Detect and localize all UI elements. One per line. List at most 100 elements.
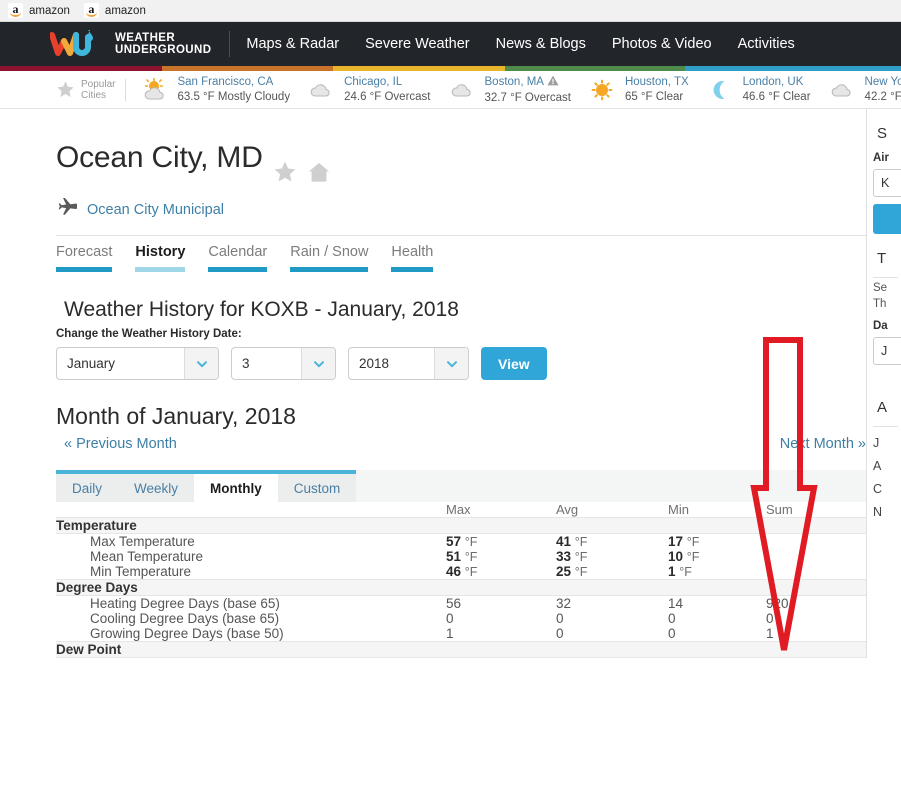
month-select[interactable]: January: [56, 347, 219, 381]
city-text: Boston, MA 32.7 °F Overcast: [485, 75, 571, 105]
day-select-value: 3: [242, 356, 250, 372]
tab-monthly-label: Monthly: [210, 480, 262, 496]
favorites-star-icon[interactable]: [56, 80, 75, 99]
cell-min: 1 °F: [668, 564, 766, 580]
nav-link-activities[interactable]: Activities: [738, 36, 795, 52]
tab-health[interactable]: Health: [391, 244, 446, 273]
city-item-boston[interactable]: Boston, MA 32.7 °F Overcast: [440, 75, 580, 105]
nav-link-photos-video[interactable]: Photos & Video: [612, 36, 712, 52]
bookmark-item[interactable]: a amazon: [82, 1, 154, 21]
previous-month-link[interactable]: « Previous Month: [64, 436, 177, 452]
bookmark-item[interactable]: a amazon: [6, 1, 78, 21]
tab-custom-label: Custom: [293, 480, 341, 496]
row-label: Max Temperature: [90, 534, 195, 550]
cell-unit: °F: [574, 550, 588, 565]
home-icon[interactable]: [307, 160, 331, 189]
cell-sum: 920: [766, 596, 789, 612]
date-selector-row: January 3 2018 View: [56, 347, 866, 381]
city-name: New York, N: [864, 75, 901, 88]
star-icon[interactable]: [273, 160, 297, 189]
section-header-temperature: Temperature: [56, 517, 866, 535]
cell-min: 0: [668, 626, 676, 642]
tab-weekly[interactable]: Weekly: [118, 470, 195, 503]
station-link[interactable]: Ocean City Municipal: [87, 202, 224, 218]
chevron-down-icon: [184, 348, 218, 380]
amazon-a-icon: a: [83, 3, 99, 18]
cell-max: 51 °F: [446, 549, 556, 564]
cell-avg: 32: [556, 596, 572, 612]
city-name-text: Boston, MA: [484, 75, 544, 88]
cell-value: 57: [446, 534, 462, 550]
sidebar-submit-button[interactable]: [873, 204, 901, 234]
site-navbar: WEATHER UNDERGROUND Maps & Radar Severe …: [0, 22, 901, 66]
view-button[interactable]: View: [481, 347, 547, 381]
tab-forecast[interactable]: Forecast: [56, 244, 125, 273]
cell-max: 1: [446, 626, 454, 642]
tab-daily[interactable]: Daily: [56, 470, 119, 503]
strip-segment-red: [0, 66, 163, 71]
sidebar-link-1[interactable]: J: [873, 436, 901, 450]
right-sidebar: S Air K T Se Th Da J A J A C N: [866, 109, 901, 659]
tab-calendar[interactable]: Calendar: [208, 244, 280, 273]
tab-underline: [391, 267, 434, 273]
bookmarks-bar: a amazon a amazon: [0, 0, 901, 22]
nav-link-maps-radar[interactable]: Maps & Radar: [246, 36, 339, 52]
page-title: Ocean City, MD: [56, 141, 263, 175]
sidebar-link-2[interactable]: A: [873, 459, 901, 473]
table-row: Min Temperature 46 °F 25 °F 1 °F: [56, 564, 866, 580]
tab-monthly[interactable]: Monthly: [194, 470, 278, 503]
cell-unit: °F: [464, 565, 478, 580]
cell-sum: 1: [766, 626, 774, 642]
tab-custom[interactable]: Custom: [277, 470, 357, 503]
sidebar-heading-2: T: [877, 250, 887, 267]
day-select[interactable]: 3: [231, 347, 336, 381]
weather-summary-table: Max Avg Min Sum Temperature Max Temperat…: [56, 502, 866, 659]
airport-code-input[interactable]: K: [873, 169, 901, 197]
tab-rain-snow[interactable]: Rain / Snow: [290, 244, 381, 273]
sidebar-date-input[interactable]: J: [873, 337, 901, 365]
tab-daily-label: Daily: [72, 480, 103, 496]
cell-value: 1: [668, 564, 676, 580]
tab-weekly-label: Weekly: [134, 480, 179, 496]
tab-history-label: History: [135, 244, 186, 261]
cell-max: 57 °F: [446, 534, 556, 550]
city-item-chicago[interactable]: Chicago, IL 24.6 °F Overcast: [299, 76, 439, 104]
cloud-icon: [308, 78, 338, 102]
section-header-dew-point: Dew Point: [56, 641, 866, 659]
amazon-a-icon: a: [8, 3, 23, 18]
sidebar-date-label: Da: [873, 320, 888, 332]
table-column-headers: Max Avg Min Sum: [56, 502, 866, 518]
tab-rain-snow-label: Rain / Snow: [290, 244, 369, 261]
nav-link-severe-weather[interactable]: Severe Weather: [365, 36, 470, 52]
sidebar-text-2: Th: [873, 298, 887, 310]
popular-label-line1: Popular: [81, 78, 116, 90]
cell-avg: 0: [556, 611, 564, 627]
sidebar-link-3[interactable]: C: [873, 482, 901, 496]
cell-unit: °F: [679, 565, 692, 580]
cell-value: 51: [446, 549, 462, 565]
next-month-link[interactable]: Next Month »: [780, 436, 866, 452]
city-item-houston[interactable]: Houston, TX 65 °F Clear: [580, 76, 698, 104]
location-title-row: Ocean City, MD: [56, 121, 866, 195]
year-select-value: 2018: [359, 356, 390, 372]
column-header-sum: Sum: [766, 502, 793, 518]
city-item-san-francisco[interactable]: San Francisco, CA 63.5 °F Mostly Cloudy: [132, 76, 299, 104]
city-text: Chicago, IL 24.6 °F Overcast: [344, 76, 430, 104]
tab-history[interactable]: History: [135, 244, 198, 273]
column-header-blank: [56, 502, 446, 518]
sidebar-link-4[interactable]: N: [873, 505, 901, 519]
city-conditions: 63.5 °F Mostly Cloudy: [177, 90, 291, 103]
wu-logo[interactable]: WEATHER UNDERGROUND: [49, 29, 211, 59]
range-tab-filler: [356, 470, 866, 503]
year-select[interactable]: 2018: [348, 347, 469, 381]
sun-cloud-icon: [141, 77, 171, 102]
change-date-label: Change the Weather History Date:: [56, 328, 242, 341]
city-item-new-york[interactable]: New York, N 42.2 °F Ove: [820, 76, 901, 104]
nav-link-news-blogs[interactable]: News & Blogs: [496, 36, 586, 52]
city-text: San Francisco, CA 63.5 °F Mostly Cloudy: [177, 76, 290, 104]
table-row: Mean Temperature 51 °F 33 °F 10 °F: [56, 549, 866, 564]
popular-cities-bar: Popular Cities San Francisco, CA 63.5 °F…: [0, 71, 901, 109]
cell-unit: °F: [686, 535, 700, 550]
city-item-london[interactable]: London, UK 46.6 °F Clear: [698, 76, 820, 104]
bookmark-label: amazon: [104, 4, 146, 17]
